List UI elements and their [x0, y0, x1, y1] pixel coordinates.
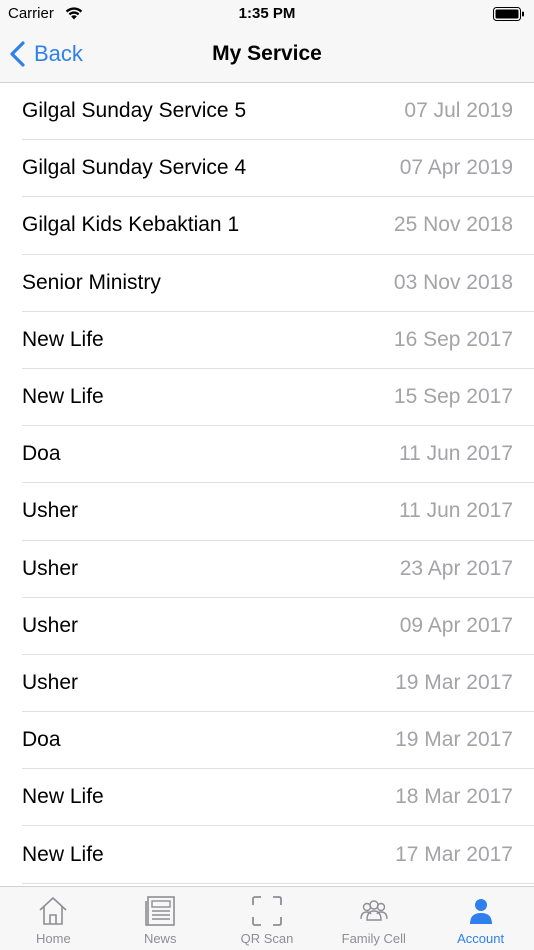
service-name: Usher — [22, 499, 79, 523]
tab-label: Home — [36, 931, 71, 946]
screen: Carrier 1:35 PM Back My Service Gilgal S… — [0, 0, 534, 950]
service-row[interactable]: Gilgal Sunday Service 5 07 Jul 2019 — [22, 83, 534, 141]
service-date: 07 Jul 2019 — [404, 99, 513, 123]
tab-label: Account — [457, 931, 505, 946]
service-date: 25 Nov 2018 — [393, 213, 513, 237]
service-date: 15 Sep 2017 — [393, 385, 513, 409]
tab-news[interactable]: News — [107, 887, 214, 950]
page-title: My Service — [212, 42, 322, 65]
service-row[interactable]: Doa 19 Mar 2017 — [22, 712, 534, 770]
service-date: 23 Apr 2017 — [399, 556, 513, 580]
service-row[interactable]: New Life 17 Mar 2017 — [22, 826, 534, 884]
service-date: 03 Nov 2018 — [393, 270, 513, 294]
service-date: 17 Mar 2017 — [395, 842, 513, 866]
service-date: 11 Jun 2017 — [398, 442, 513, 466]
qr-scan-icon — [252, 896, 282, 926]
service-name: Doa — [22, 728, 61, 752]
service-name: New Life — [22, 785, 104, 809]
service-date: 09 Apr 2017 — [399, 613, 513, 637]
family-cell-icon — [360, 900, 388, 921]
status-time: 1:35 PM — [238, 5, 296, 22]
tab-label: News — [143, 931, 177, 946]
service-date: 18 Mar 2017 — [395, 785, 513, 809]
service-name: New Life — [22, 842, 104, 866]
status-bar: Carrier 1:35 PM — [0, 0, 534, 28]
account-icon — [469, 899, 492, 924]
tab-account[interactable]: Account — [427, 887, 534, 950]
tab-bar: Home News QR Scan Family Cell Account — [0, 886, 534, 950]
service-date: 07 Apr 2019 — [399, 156, 513, 180]
service-name: Usher — [22, 556, 79, 580]
service-date: 19 Mar 2017 — [395, 670, 513, 694]
service-name: Gilgal Sunday Service 4 — [22, 156, 247, 180]
service-name: Doa — [22, 442, 61, 466]
service-name: New Life — [22, 327, 104, 351]
service-row[interactable]: Senior Ministry 03 Nov 2018 — [22, 255, 534, 312]
navigation-bar: Back My Service — [0, 28, 534, 83]
service-name: Gilgal Kids Kebaktian 1 — [22, 213, 240, 237]
service-row[interactable]: Gilgal Sunday Service 4 07 Apr 2019 — [22, 140, 534, 198]
service-row[interactable]: Usher 11 Jun 2017 — [22, 483, 534, 541]
service-name: Usher — [22, 670, 79, 694]
service-name: Usher — [22, 613, 79, 637]
service-row[interactable]: Usher 23 Apr 2017 — [22, 541, 534, 598]
service-row[interactable]: New Life 15 Sep 2017 — [22, 369, 534, 427]
tab-family-cell[interactable]: Family Cell — [320, 887, 427, 950]
service-row[interactable]: Usher 09 Apr 2017 — [22, 598, 534, 655]
service-list: Gilgal Sunday Service 5 07 Jul 2019 Gilg… — [0, 83, 534, 886]
tab-qr-scan[interactable]: QR Scan — [214, 887, 321, 950]
service-date: 11 Jun 2017 — [398, 499, 513, 523]
service-row[interactable]: Usher 19 Mar 2017 — [22, 655, 534, 713]
service-row[interactable]: New Life 18 Mar 2017 — [22, 769, 534, 827]
battery-icon — [493, 7, 524, 21]
home-icon — [39, 897, 67, 925]
service-row[interactable]: Doa 11 Jun 2017 — [22, 426, 534, 484]
service-name: Gilgal Sunday Service 5 — [22, 99, 247, 123]
service-date: 19 Mar 2017 — [395, 728, 513, 752]
tab-label: Family Cell — [341, 931, 406, 946]
service-name: Senior Ministry — [22, 270, 161, 294]
tab-home[interactable]: Home — [0, 887, 107, 950]
service-date: 16 Sep 2017 — [393, 327, 513, 351]
service-row[interactable]: Gilgal Kids Kebaktian 1 25 Nov 2018 — [22, 197, 534, 255]
news-icon — [145, 896, 175, 926]
service-row[interactable]: New Life 16 Sep 2017 — [22, 312, 534, 369]
tab-label: QR Scan — [240, 931, 294, 946]
service-name: New Life — [22, 385, 104, 409]
